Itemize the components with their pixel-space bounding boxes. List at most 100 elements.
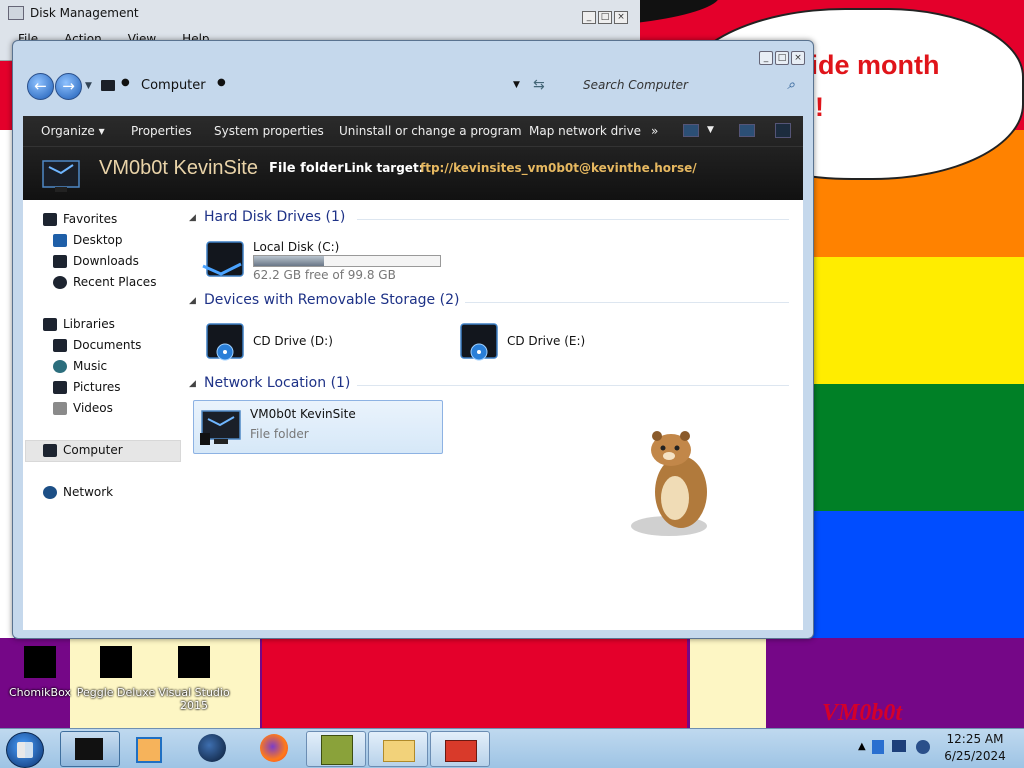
- breadcrumb-separator-icon[interactable]: ●: [217, 77, 226, 88]
- system-tray: ▲: [858, 735, 938, 763]
- explorer-minimize-button[interactable]: _: [759, 51, 773, 65]
- group-divider: [357, 219, 789, 220]
- local-disk-c-free-space: 62.2 GB free of 99.8 GB: [253, 268, 396, 282]
- visual-studio-icon: [178, 646, 210, 678]
- desktop-icon-visual-studio[interactable]: Visual Studio 2015: [154, 644, 234, 714]
- local-disk-c-name: Local Disk (C:): [253, 240, 340, 254]
- nav-desktop[interactable]: Desktop: [53, 230, 123, 250]
- network-location-item[interactable]: VM0b0t KevinSite File folder: [193, 400, 443, 454]
- nav-music[interactable]: Music: [53, 356, 107, 376]
- history-dropdown-icon[interactable]: ▼: [85, 81, 92, 91]
- chomikbox-label: ChomikBox: [9, 686, 71, 699]
- command-bar-row: Organize ▾ Properties System properties …: [23, 116, 803, 147]
- explorer-body: Favorites Desktop Downloads Recent Place…: [23, 200, 803, 630]
- address-bar[interactable]: ● Computer ● ▼ ⇆: [101, 73, 551, 99]
- taskbar-folder[interactable]: [368, 731, 428, 767]
- breadcrumb-separator-icon[interactable]: ●: [121, 77, 130, 88]
- documents-icon: [53, 338, 67, 352]
- computer-icon: [43, 443, 57, 457]
- organize-button[interactable]: Organize ▾: [41, 124, 105, 138]
- view-options-icon[interactable]: [683, 124, 699, 137]
- taskbar-toolbox[interactable]: [430, 731, 490, 767]
- taskbar-firefox[interactable]: [244, 731, 302, 765]
- map-network-drive-button[interactable]: Map network drive: [529, 124, 641, 138]
- windows-logo-icon: [17, 742, 33, 758]
- maximize-button[interactable]: □: [598, 11, 612, 24]
- visual-studio-label: Visual Studio 2015: [158, 686, 230, 712]
- explorer-maximize-button[interactable]: □: [775, 51, 789, 65]
- desktop-icon-chomikbox[interactable]: ChomikBox: [0, 644, 80, 714]
- nav-videos[interactable]: Videos: [53, 398, 113, 418]
- cd-drive-e-item[interactable]: CD Drive (E:): [451, 316, 691, 368]
- local-disk-c-item[interactable]: Local Disk (C:) 62.2 GB free of 99.8 GB: [197, 234, 457, 286]
- nav-desktop-label: Desktop: [73, 233, 123, 247]
- collapse-arrow-icon[interactable]: ◢: [189, 213, 196, 223]
- nav-pictures[interactable]: Pictures: [53, 377, 121, 397]
- cd-drive-d-item[interactable]: CD Drive (D:): [197, 316, 437, 368]
- nav-recent-places[interactable]: Recent Places: [53, 272, 156, 292]
- taskbar-globe[interactable]: [182, 731, 240, 765]
- organize-label: Organize: [41, 124, 95, 138]
- start-button[interactable]: [6, 732, 44, 768]
- desktop-watermark: VM0b0t: [822, 700, 903, 726]
- help-icon[interactable]: [775, 123, 791, 138]
- preview-pane-icon[interactable]: [739, 124, 755, 137]
- peggle-icon: [100, 646, 132, 678]
- desktop-icon-peggle[interactable]: Peggle Deluxe: [76, 644, 156, 714]
- explorer-window-controls: _ □ ×: [759, 51, 805, 65]
- uninstall-program-button[interactable]: Uninstall or change a program: [339, 124, 522, 138]
- close-button[interactable]: ×: [614, 11, 628, 24]
- taskbar-chomikbox[interactable]: [306, 731, 366, 767]
- clock-date: 6/25/2024: [944, 749, 1006, 763]
- search-icon[interactable]: ⌕: [787, 77, 795, 93]
- nav-downloads-label: Downloads: [73, 254, 139, 268]
- cd-drive-d-name: CD Drive (D:): [253, 334, 333, 348]
- forward-button[interactable]: →: [55, 73, 82, 100]
- show-hidden-icons-icon[interactable]: ▲: [858, 741, 866, 752]
- explorer-close-button[interactable]: ×: [791, 51, 805, 65]
- nav-downloads[interactable]: Downloads: [53, 251, 139, 271]
- hard-drive-icon: [202, 241, 244, 277]
- properties-button[interactable]: Properties: [131, 124, 192, 138]
- videos-icon: [53, 401, 67, 415]
- nav-computer[interactable]: Computer: [43, 440, 123, 460]
- tray-volume-icon[interactable]: [916, 740, 930, 754]
- nav-libraries[interactable]: Libraries: [43, 314, 115, 334]
- search-input[interactable]: Search Computer: [583, 78, 688, 92]
- tray-network-icon[interactable]: [892, 740, 906, 752]
- more-commands-button[interactable]: »: [651, 124, 658, 138]
- collapse-arrow-icon[interactable]: ◢: [189, 296, 196, 306]
- refresh-icon[interactable]: ⇆: [533, 77, 545, 93]
- nav-libraries-label: Libraries: [63, 317, 115, 331]
- minimize-button[interactable]: _: [582, 11, 596, 24]
- address-text[interactable]: Computer: [141, 78, 206, 93]
- nav-favorites[interactable]: Favorites: [43, 209, 117, 229]
- address-dropdown-icon[interactable]: ▼: [513, 80, 520, 90]
- group-divider: [357, 385, 789, 386]
- explorer-window[interactable]: _ □ × ← → ▼ ● Computer ● ▼ ⇆ Search Comp…: [12, 40, 814, 639]
- group-hard-disk-drives[interactable]: ◢ Hard Disk Drives (1): [189, 209, 789, 229]
- nav-network[interactable]: Network: [43, 482, 113, 502]
- collapse-arrow-icon[interactable]: ◢: [189, 379, 196, 389]
- command-bar: Organize ▾ Properties System properties …: [23, 116, 803, 200]
- search-box[interactable]: Search Computer ⌕: [573, 73, 801, 99]
- system-properties-button[interactable]: System properties: [214, 124, 324, 138]
- music-icon: [53, 359, 67, 373]
- tray-app-icon[interactable]: [872, 740, 884, 754]
- group-network-location[interactable]: ◢ Network Location (1): [189, 375, 789, 395]
- group-removable-storage[interactable]: ◢ Devices with Removable Storage (2): [189, 292, 789, 312]
- cartoon-shape-red: [262, 638, 687, 728]
- taskbar-clock[interactable]: 12:25 AM 6/25/2024: [940, 731, 1010, 767]
- taskbar-media-player[interactable]: [120, 731, 178, 765]
- speech-line-1: ride month: [800, 50, 940, 80]
- details-item-type: File folder: [269, 161, 344, 176]
- clock-time: 12:25 AM: [946, 732, 1004, 746]
- disk-usage-bar: [253, 255, 441, 267]
- back-button[interactable]: ←: [27, 73, 54, 100]
- downloads-icon: [53, 254, 67, 268]
- taskbar-explorer[interactable]: [60, 731, 120, 767]
- view-dropdown-icon[interactable]: ▼: [707, 125, 714, 135]
- nav-videos-label: Videos: [73, 401, 113, 415]
- disk-management-titlebar[interactable]: Disk Management: [8, 6, 139, 20]
- nav-documents[interactable]: Documents: [53, 335, 141, 355]
